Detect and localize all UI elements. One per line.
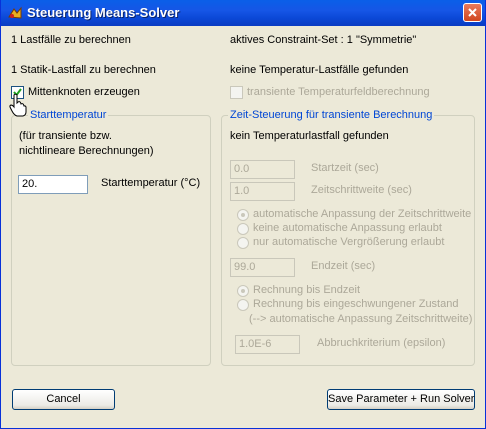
- start-temperature-label: Starttemperatur (°C): [101, 177, 201, 189]
- radio-no-adjust-label[interactable]: keine automatische Anpassung erlaubt: [253, 222, 442, 234]
- start-temperature-input[interactable]: 20.: [18, 175, 88, 194]
- constraint-set-text: aktives Constraint-Set : 1 "Symmetrie": [230, 34, 417, 46]
- radio-auto-step[interactable]: [237, 209, 249, 221]
- transient-label[interactable]: transiente Temperaturfeldberechnung: [247, 86, 430, 98]
- epsilon-input[interactable]: 1.0E-6: [235, 335, 300, 354]
- end-time-label: Endzeit (sec): [311, 260, 376, 272]
- start-temp-note-line2: nichtlineare Berechnungen): [19, 145, 154, 157]
- radio-no-adjust[interactable]: [237, 223, 249, 235]
- radio-grow-only-label[interactable]: nur automatische Vergrößerung erlaubt: [253, 236, 444, 248]
- run-solver-button[interactable]: Save Parameter + Run Solver: [327, 389, 475, 410]
- window-title: Steuerung Means-Solver: [27, 5, 180, 20]
- start-temperature-legend: Starttemperatur: [28, 109, 109, 121]
- radio-auto-step-label[interactable]: automatische Anpassung der Zeitschrittwe…: [253, 208, 471, 220]
- title-bar[interactable]: Steuerung Means-Solver: [1, 0, 485, 26]
- load-cases-text: 1 Lastfälle zu berechnen: [11, 34, 131, 46]
- transient-checkbox[interactable]: [230, 86, 243, 99]
- app-icon: [8, 6, 22, 19]
- start-time-label: Startzeit (sec): [311, 162, 379, 174]
- midnodes-label[interactable]: Mittenknoten erzeugen: [28, 86, 140, 98]
- close-button[interactable]: [463, 3, 482, 22]
- solver-dialog: Steuerung Means-Solver 1 Lastfälle zu be…: [0, 0, 486, 429]
- static-load-cases-text: 1 Statik-Lastfall zu berechnen: [11, 64, 156, 76]
- start-temp-note-line1: (für transiente bzw.: [19, 130, 112, 142]
- time-step-label: Zeitschrittweite (sec): [311, 184, 412, 196]
- time-step-input[interactable]: 1.0: [230, 182, 295, 201]
- hand-cursor-icon: [9, 93, 27, 117]
- start-time-input[interactable]: 0.0: [230, 160, 295, 179]
- steady-state-note: (--> automatische Anpassung Zeitschrittw…: [249, 313, 473, 325]
- radio-until-end-label[interactable]: Rechnung bis Endzeit: [253, 284, 360, 296]
- radio-until-end[interactable]: [237, 285, 249, 297]
- radio-steady-state[interactable]: [237, 299, 249, 311]
- end-time-input[interactable]: 99.0: [230, 258, 295, 277]
- time-control-legend: Zeit-Steuerung für transiente Berechnung: [228, 109, 435, 121]
- no-temp-case-text: kein Temperaturlastfall gefunden: [230, 130, 389, 142]
- cancel-button[interactable]: Cancel: [12, 389, 115, 410]
- close-icon: [468, 8, 477, 17]
- epsilon-label: Abbruchkriterium (epsilon): [317, 337, 446, 349]
- no-temp-load-cases-text: keine Temperatur-Lastfälle gefunden: [230, 64, 409, 76]
- radio-steady-state-label[interactable]: Rechnung bis eingeschwungener Zustand: [253, 298, 458, 310]
- radio-grow-only[interactable]: [237, 237, 249, 249]
